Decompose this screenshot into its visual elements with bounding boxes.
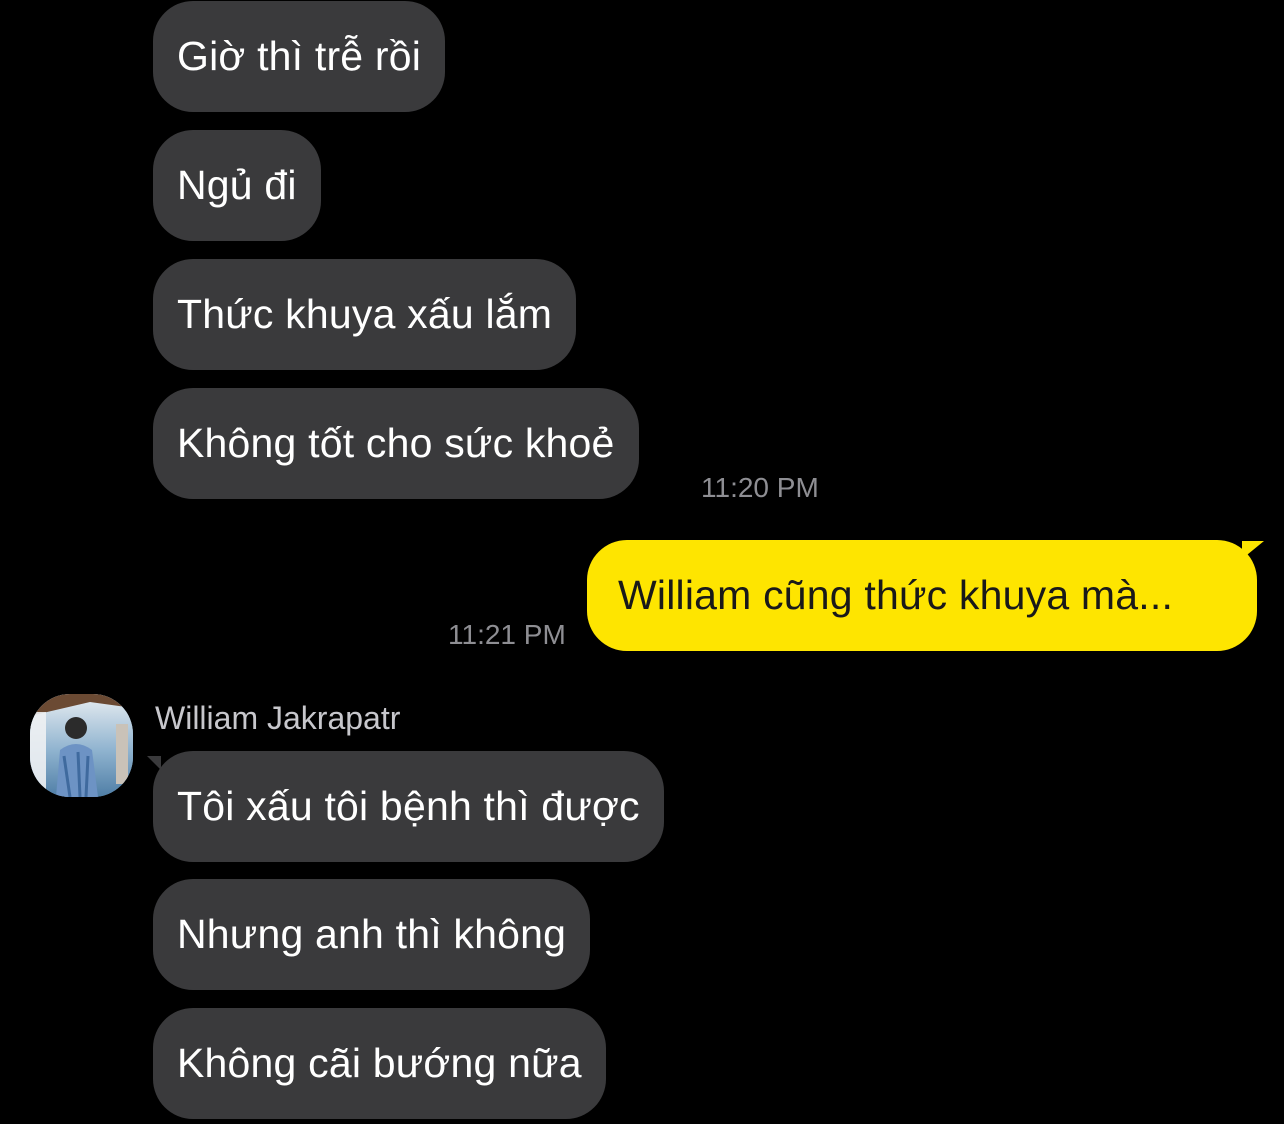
message-text: Tôi xấu tôi bệnh thì được	[177, 783, 640, 829]
outgoing-message-bubble[interactable]: William cũng thức khuya mà...	[587, 540, 1257, 651]
incoming-message-bubble[interactable]: Giờ thì trễ rồi	[153, 1, 446, 112]
message-timestamp: 11:21 PM	[448, 619, 566, 650]
message-text: Nhưng anh thì không	[177, 911, 567, 957]
message-text: Không cãi bướng nữa	[177, 1040, 582, 1086]
incoming-message-bubble[interactable]: Không cãi bướng nữa	[153, 1008, 606, 1119]
message-text: Giờ thì trễ rồi	[177, 33, 422, 79]
message-text: Ngủ đi	[177, 162, 297, 208]
avatar[interactable]	[30, 694, 133, 797]
incoming-message-bubble[interactable]: Không tốt cho sức khoẻ	[153, 388, 639, 499]
message-timestamp: 11:20 PM	[701, 472, 819, 503]
avatar-photo	[30, 694, 133, 797]
message-text: Thức khuya xấu lắm	[177, 291, 553, 337]
incoming-message-bubble[interactable]: Nhưng anh thì không	[153, 879, 591, 990]
message-text: Không tốt cho sức khoẻ	[177, 420, 615, 466]
incoming-message-bubble[interactable]: Ngủ đi	[153, 130, 321, 241]
sender-name: William Jakrapatr	[155, 700, 401, 736]
incoming-message-bubble[interactable]: Thức khuya xấu lắm	[153, 259, 577, 370]
message-text: William cũng thức khuya mà...	[618, 572, 1174, 618]
incoming-message-bubble[interactable]: Tôi xấu tôi bệnh thì được	[153, 751, 664, 862]
